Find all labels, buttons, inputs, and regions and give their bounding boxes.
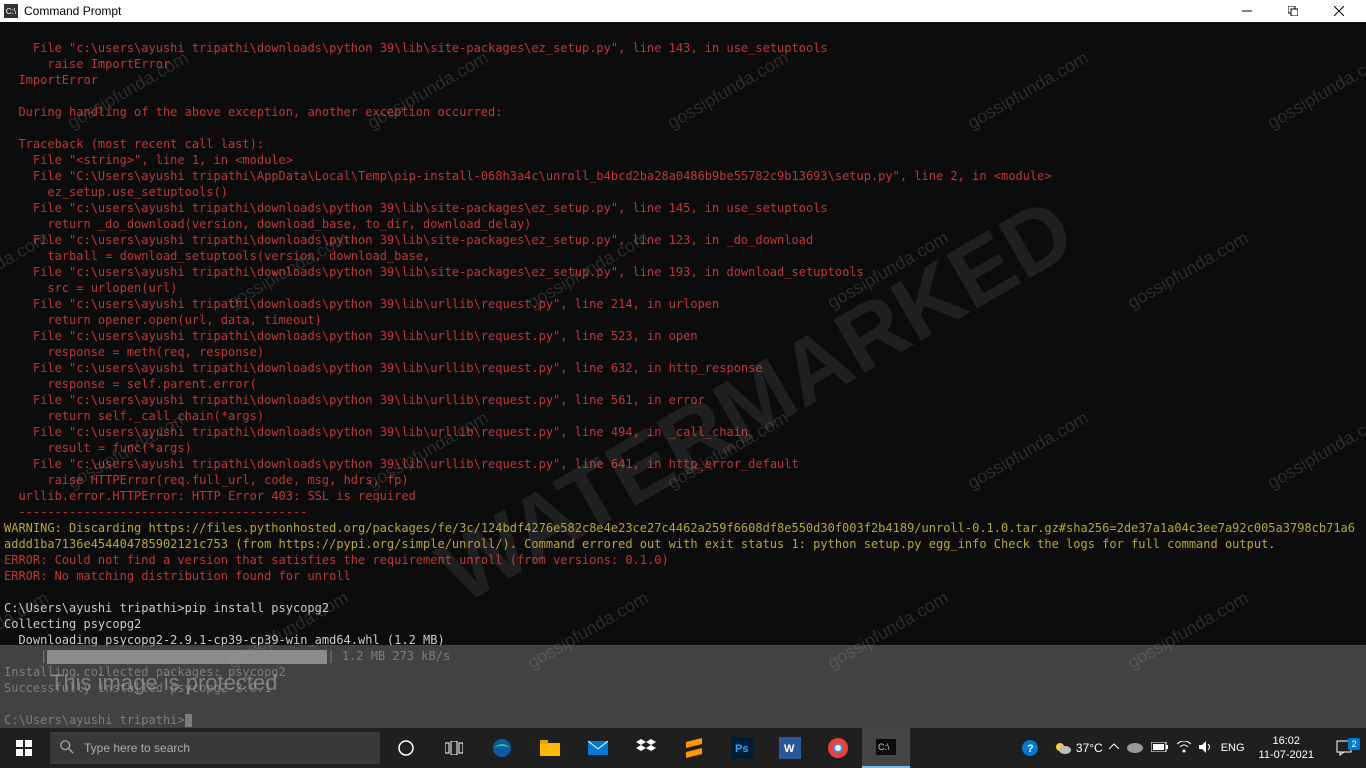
mail-icon[interactable]: [574, 728, 622, 768]
minimize-button[interactable]: [1224, 0, 1270, 22]
notification-button[interactable]: 2: [1322, 740, 1366, 756]
cortana-icon[interactable]: [382, 728, 430, 768]
volume-icon[interactable]: [1199, 741, 1213, 756]
taskbar: Type here to search Ps W C:\ ? 37°C ENG …: [0, 728, 1366, 768]
start-button[interactable]: [0, 728, 48, 768]
weather-temp: 37°C: [1076, 741, 1103, 755]
collecting-line: Collecting psycopg2: [4, 617, 141, 631]
search-icon: [60, 740, 74, 757]
traceback-text: File "c:\users\ayushi tripathi\downloads…: [4, 41, 1052, 519]
prompt-line-1: C:\Users\ayushi tripathi>pip install psy…: [4, 601, 329, 615]
date-text: 11-07-2021: [1259, 748, 1314, 762]
svg-text:C:\: C:\: [878, 742, 890, 752]
explorer-icon[interactable]: [526, 728, 574, 768]
clock[interactable]: 16:02 11-07-2021: [1251, 734, 1322, 762]
help-icon[interactable]: ?: [1006, 728, 1054, 768]
progress-text: 1.2 MB 273 kB/s: [335, 649, 451, 663]
warning-text: WARNING: Discarding https://files.python…: [4, 521, 1355, 551]
cursor: [185, 714, 192, 727]
svg-text:W: W: [784, 743, 795, 755]
error-text: ERROR: Could not find a version that sat…: [4, 553, 669, 583]
svg-text:Ps: Ps: [735, 743, 748, 755]
prompt-line-2: C:\Users\ayushi tripathi>: [4, 713, 185, 727]
battery-icon[interactable]: [1151, 742, 1169, 755]
close-button[interactable]: [1316, 0, 1362, 22]
windows-icon: [16, 740, 32, 756]
window-titlebar: C:\ Command Prompt: [0, 0, 1366, 22]
progress-bar-fill: [47, 650, 327, 664]
maximize-button[interactable]: [1270, 0, 1316, 22]
installing-line: Installing collected packages: psycopg2: [4, 665, 286, 679]
onedrive-icon[interactable]: [1127, 741, 1143, 756]
search-box[interactable]: Type here to search: [50, 732, 380, 764]
downloading-line: Downloading psycopg2-2.9.1-cp39-cp39-win…: [4, 633, 445, 647]
notification-badge: 2: [1348, 738, 1360, 750]
dropbox-icon[interactable]: [622, 728, 670, 768]
success-line: Successfully installed psycopg2-2.9.1: [4, 681, 271, 695]
language-indicator[interactable]: ENG: [1221, 742, 1245, 754]
chevron-up-icon[interactable]: [1109, 742, 1119, 755]
taskview-icon[interactable]: [430, 728, 478, 768]
window-title: Command Prompt: [24, 4, 1224, 18]
photoshop-icon[interactable]: Ps: [718, 728, 766, 768]
cmd-taskbar-icon[interactable]: C:\: [862, 728, 910, 768]
word-icon[interactable]: W: [766, 728, 814, 768]
time-text: 16:02: [1259, 734, 1314, 748]
svg-text:?: ?: [1027, 743, 1034, 755]
sublime-icon[interactable]: [670, 728, 718, 768]
search-placeholder: Type here to search: [84, 741, 190, 755]
system-tray[interactable]: ENG: [1103, 741, 1251, 756]
edge-icon[interactable]: [478, 728, 526, 768]
progress-line: || 1.2 MB 273 kB/s: [4, 649, 450, 663]
terminal-output[interactable]: File "c:\users\ayushi tripathi\downloads…: [0, 22, 1366, 728]
wifi-icon[interactable]: [1177, 741, 1191, 756]
app-icon: C:\: [4, 4, 18, 18]
weather-widget[interactable]: 37°C: [1054, 739, 1103, 757]
chrome-icon[interactable]: [814, 728, 862, 768]
weather-icon: [1054, 739, 1072, 757]
